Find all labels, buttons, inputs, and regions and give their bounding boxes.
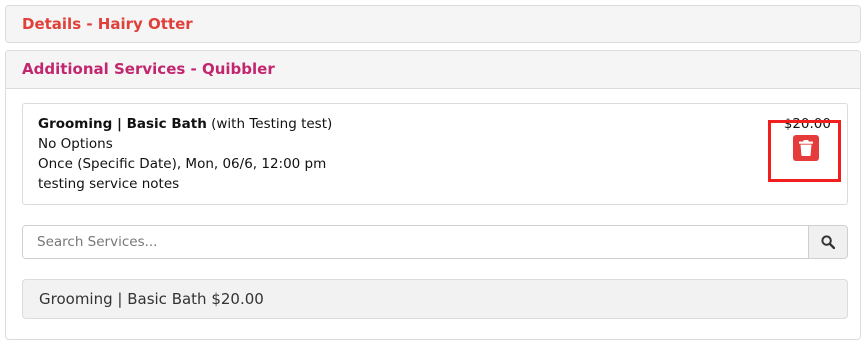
highlight-annotation [768, 120, 841, 182]
service-schedule: Once (Specific Date), Mon, 06/6, 12:00 p… [38, 156, 327, 172]
service-with: (with Testing test) [206, 116, 333, 132]
search-icon [821, 235, 835, 249]
search-services-group [22, 225, 848, 259]
search-services-input[interactable] [23, 226, 809, 258]
details-panel-header[interactable]: Details - Hairy Otter [5, 5, 861, 43]
details-panel-title: Details - Hairy Otter [22, 15, 193, 33]
service-name: Grooming | Basic Bath [38, 116, 207, 132]
additional-services-title: Additional Services - Quibbler [22, 60, 275, 78]
selected-service-card: Grooming | Basic Bath (with Testing test… [22, 103, 848, 205]
service-notes: testing service notes [38, 176, 180, 192]
service-result-item[interactable]: Grooming | Basic Bath $20.00 [22, 279, 848, 319]
service-result-label: Grooming | Basic Bath $20.00 [39, 290, 264, 308]
search-button[interactable] [808, 226, 847, 258]
additional-services-header[interactable]: Additional Services - Quibbler [6, 51, 860, 89]
service-title-line: Grooming | Basic Bath (with Testing test… [38, 116, 332, 132]
service-options: No Options [38, 136, 113, 152]
